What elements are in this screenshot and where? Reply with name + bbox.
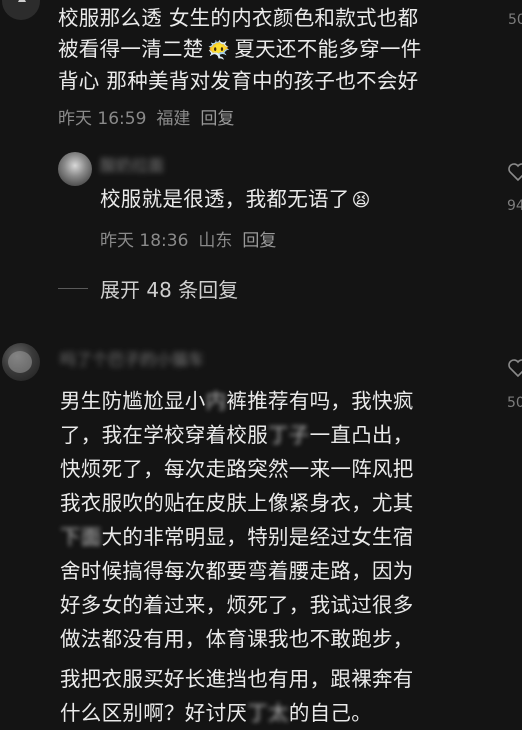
heart-icon[interactable] <box>507 358 522 378</box>
like-count: 50 <box>508 12 522 28</box>
avatar[interactable] <box>58 152 92 186</box>
timestamp: 昨天 18:36 <box>100 231 189 251</box>
comment-line: 什么区别啊？好讨厌丁太的自己。 <box>60 696 508 730</box>
avatar[interactable] <box>2 0 40 20</box>
comment-line: 下面大的非常明显，特别是经过女生宿 <box>60 520 508 554</box>
expand-divider <box>58 288 88 289</box>
comment-text: 男生防尴尬显小内裤推荐有吗，我快疯 了，我在学校穿着校服丁子一直凸出， 快烦死了… <box>60 384 508 730</box>
username[interactable]: 吗了个巴子的小猫车 <box>60 346 204 370</box>
username[interactable]: 酸奶拉面 <box>100 152 164 176</box>
censored-text: 内 <box>205 389 227 413</box>
comment-line: 了，我在学校穿着校服丁子一直凸出， <box>60 418 508 452</box>
comment-line: 快烦死了，每次走路突然一来一阵风把 <box>60 457 414 481</box>
reply-link[interactable]: 回复 <box>242 231 276 251</box>
censored-text: 丁太 <box>247 701 289 725</box>
comment-line: 我衣服吹的贴在皮肤上像紧身衣，尤其 <box>60 491 414 515</box>
avatar-icon <box>18 0 26 2</box>
emoji: 😶‍🌫️ <box>207 40 231 61</box>
comment-line: 好多女的着过来，烦死了，我试过很多 <box>60 593 414 617</box>
comment-meta: 昨天 16:59 福建 回复 <box>58 104 244 129</box>
like-count: 94 <box>507 198 522 214</box>
reply-link[interactable]: 回复 <box>200 109 234 129</box>
comment-text: 校服那么透 女生的内衣颜色和款式也都 被看得一清二楚 😶‍🌫️ 夏天还不能多穿一件 … <box>58 6 422 93</box>
location: 山东 <box>198 231 233 251</box>
expand-replies-link[interactable]: 展开 48 条回复 <box>100 274 238 303</box>
comment-line: 男生防尴尬显小内裤推荐有吗，我快疯 <box>60 384 508 418</box>
reply-meta: 昨天 18:36 山东 回复 <box>100 226 286 251</box>
censored-text: 丁子 <box>268 423 310 447</box>
comment-line: 我把衣服买好长進挡也有用，跟裸奔有 <box>60 667 414 691</box>
comment-line: 做法都没有用，体育课我也不敢跑步， <box>60 627 414 651</box>
reply-text: 校服就是很透，我都无语了 😫 <box>100 187 371 211</box>
emoji: 😫 <box>351 190 371 211</box>
location: 福建 <box>156 109 191 129</box>
heart-icon[interactable] <box>507 162 522 182</box>
censored-text: 下面 <box>60 525 102 549</box>
avatar[interactable] <box>2 343 40 381</box>
comment-line: 舍时候搞得每次都要弯着腰走路，因为 <box>60 559 414 583</box>
like-count: 50 <box>507 395 522 411</box>
timestamp: 昨天 16:59 <box>58 109 147 129</box>
